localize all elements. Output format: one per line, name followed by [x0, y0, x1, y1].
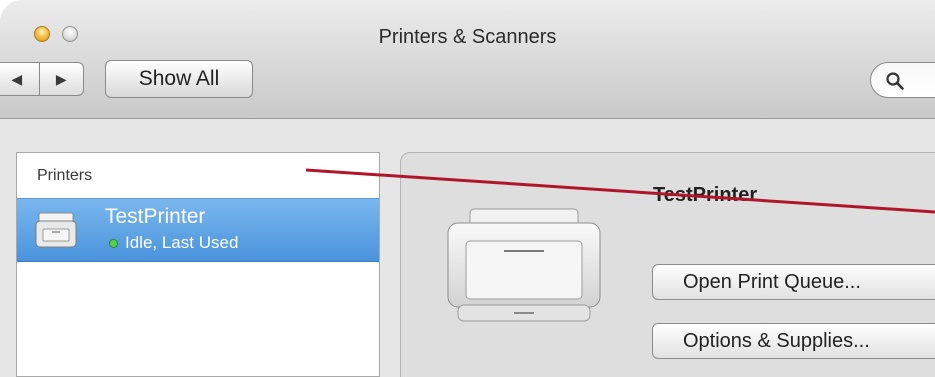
- show-all-button[interactable]: Show All: [105, 60, 253, 98]
- printer-list-item[interactable]: TestPrinter Idle, Last Used: [17, 198, 379, 262]
- printers-list-header: Printers: [37, 167, 93, 184]
- printer-status-label: Idle, Last Used: [125, 233, 239, 252]
- back-button[interactable]: ◀: [0, 63, 39, 95]
- window-toolbar: Printers & Scanners ◀ ▶ Show All: [0, 0, 935, 119]
- window-title: Printers & Scanners: [378, 26, 557, 48]
- options-supplies-button[interactable]: Options & Supplies...: [652, 323, 935, 359]
- printers-list[interactable]: Printers TestPrinter Idle, Last Used: [16, 152, 380, 377]
- printers-scanners-window: Printers & Scanners ◀ ▶ Show All Printer…: [0, 0, 935, 377]
- forward-button[interactable]: ▶: [38, 63, 84, 95]
- printer-icon: [447, 208, 601, 322]
- open-print-queue-button[interactable]: Open Print Queue...: [652, 264, 935, 300]
- search-field[interactable]: [870, 62, 935, 98]
- search-icon: [886, 72, 904, 90]
- selected-printer-name: TestPrinter: [653, 184, 758, 206]
- back-forward-control: ◀ ▶: [0, 62, 84, 96]
- printer-name-label: TestPrinter: [105, 205, 206, 228]
- status-dot-icon: [109, 239, 118, 248]
- printer-icon: [35, 212, 77, 248]
